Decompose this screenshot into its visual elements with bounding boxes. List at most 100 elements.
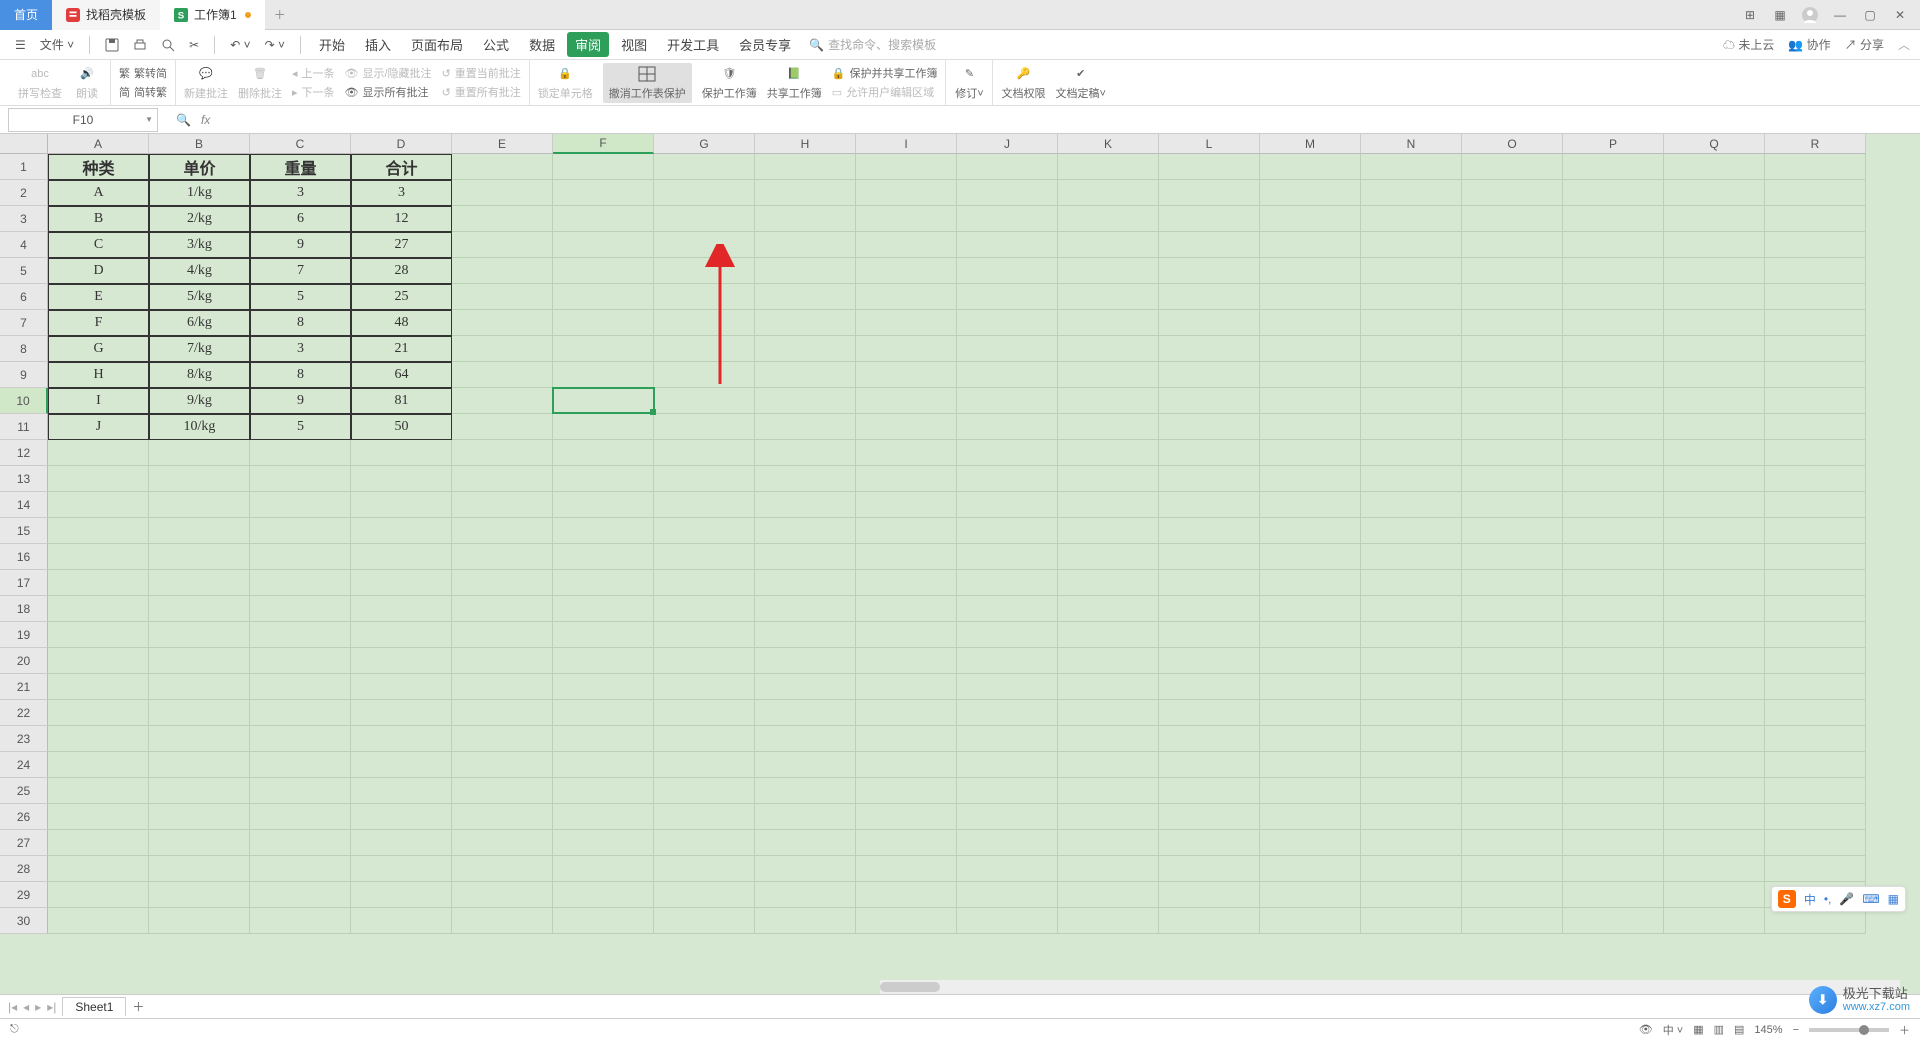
track-changes-button[interactable]: ✎修订˅: [954, 65, 984, 101]
cell[interactable]: [149, 648, 250, 674]
cell[interactable]: [351, 908, 452, 934]
cell[interactable]: [957, 492, 1058, 518]
cell[interactable]: [553, 726, 654, 752]
cell[interactable]: [351, 492, 452, 518]
cell[interactable]: [250, 804, 351, 830]
cell[interactable]: [48, 648, 149, 674]
cell[interactable]: 25: [351, 284, 452, 310]
toggle-comment-button[interactable]: 👁显示/隐藏批注: [345, 65, 432, 81]
cell[interactable]: [48, 466, 149, 492]
cell[interactable]: [553, 362, 654, 388]
cell[interactable]: [553, 258, 654, 284]
cell[interactable]: [1765, 206, 1866, 232]
cell[interactable]: 重量: [250, 154, 351, 180]
cell[interactable]: [755, 726, 856, 752]
row-header[interactable]: 23: [0, 726, 48, 752]
cell[interactable]: [856, 492, 957, 518]
cell[interactable]: [1361, 284, 1462, 310]
cell[interactable]: 3: [351, 180, 452, 206]
cell[interactable]: [957, 882, 1058, 908]
cell[interactable]: [856, 622, 957, 648]
cell[interactable]: J: [48, 414, 149, 440]
cell[interactable]: [452, 492, 553, 518]
cell[interactable]: [755, 778, 856, 804]
cell[interactable]: [1260, 206, 1361, 232]
cell[interactable]: [1058, 830, 1159, 856]
cell[interactable]: [755, 908, 856, 934]
cell[interactable]: [755, 336, 856, 362]
cell[interactable]: [1058, 544, 1159, 570]
cell[interactable]: [1563, 700, 1664, 726]
cell[interactable]: [452, 258, 553, 284]
cell[interactable]: [1563, 778, 1664, 804]
row-header[interactable]: 13: [0, 466, 48, 492]
cell[interactable]: [957, 804, 1058, 830]
cell[interactable]: [856, 726, 957, 752]
cell[interactable]: [1563, 804, 1664, 830]
cell[interactable]: [654, 466, 755, 492]
cell[interactable]: [1563, 388, 1664, 414]
cell[interactable]: [856, 414, 957, 440]
row-header[interactable]: 21: [0, 674, 48, 700]
cell[interactable]: [755, 284, 856, 310]
redo-button[interactable]: ↷ ˅: [260, 35, 290, 55]
cell[interactable]: [654, 856, 755, 882]
view-pagelayout-icon[interactable]: ▤: [1734, 1023, 1744, 1036]
cell[interactable]: [351, 778, 452, 804]
delete-comment-button[interactable]: 🗑删除批注: [238, 65, 282, 101]
cell[interactable]: [452, 778, 553, 804]
cell[interactable]: [654, 674, 755, 700]
cell[interactable]: [1765, 362, 1866, 388]
cell[interactable]: [957, 180, 1058, 206]
cell[interactable]: [1159, 752, 1260, 778]
cell[interactable]: [957, 336, 1058, 362]
cell[interactable]: [1159, 570, 1260, 596]
cell[interactable]: [755, 882, 856, 908]
cell[interactable]: [1765, 154, 1866, 180]
cell[interactable]: [1260, 752, 1361, 778]
cell[interactable]: [1260, 310, 1361, 336]
cell[interactable]: [654, 518, 755, 544]
cell[interactable]: [1058, 726, 1159, 752]
zoom-level[interactable]: 145%: [1754, 1024, 1782, 1036]
cell[interactable]: [957, 362, 1058, 388]
menu-tab-3[interactable]: 公式: [475, 32, 517, 57]
cell[interactable]: [1664, 596, 1765, 622]
cell[interactable]: [755, 700, 856, 726]
cell[interactable]: [1159, 258, 1260, 284]
cell[interactable]: [755, 804, 856, 830]
cell[interactable]: [755, 362, 856, 388]
cell[interactable]: C: [48, 232, 149, 258]
cell[interactable]: [1765, 466, 1866, 492]
row-header[interactable]: 17: [0, 570, 48, 596]
cell[interactable]: [1159, 518, 1260, 544]
cell[interactable]: [250, 752, 351, 778]
cell[interactable]: [452, 856, 553, 882]
cell[interactable]: [48, 674, 149, 700]
cell[interactable]: [351, 570, 452, 596]
cell[interactable]: [250, 570, 351, 596]
cell[interactable]: 6: [250, 206, 351, 232]
cell[interactable]: [1361, 674, 1462, 700]
share-workbook-button[interactable]: 📗共享工作簿: [767, 65, 822, 101]
cell[interactable]: [1462, 778, 1563, 804]
cell[interactable]: 单价: [149, 154, 250, 180]
col-header[interactable]: D: [351, 134, 452, 154]
cell[interactable]: [755, 414, 856, 440]
cell[interactable]: [149, 466, 250, 492]
spreadsheet-area[interactable]: ABCDEFGHIJKLMNOPQR 123456789101112131415…: [0, 134, 1920, 994]
cell[interactable]: [957, 232, 1058, 258]
cell[interactable]: [957, 700, 1058, 726]
cell[interactable]: [351, 700, 452, 726]
cell[interactable]: [452, 726, 553, 752]
app-menu-icon[interactable]: ☰: [10, 35, 31, 55]
cell[interactable]: [250, 648, 351, 674]
collab-button[interactable]: 👥 协作: [1788, 36, 1830, 53]
cell[interactable]: [654, 440, 755, 466]
cell[interactable]: [351, 466, 452, 492]
cell[interactable]: [1159, 882, 1260, 908]
cell[interactable]: [1462, 232, 1563, 258]
share-button[interactable]: ↗ 分享: [1845, 36, 1884, 53]
cell[interactable]: [1058, 310, 1159, 336]
cell[interactable]: [1159, 440, 1260, 466]
